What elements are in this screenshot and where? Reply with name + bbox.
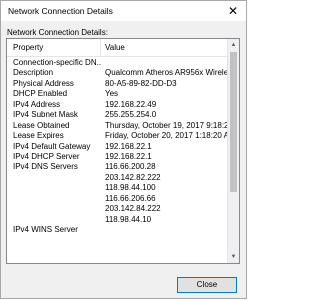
details-list[interactable]: Property Value Connection-specific DN...… — [6, 38, 240, 264]
list-item[interactable]: IPv4 Address 192.168.22.49 — [7, 99, 227, 109]
property-cell: IPv4 Default Gateway — [13, 141, 91, 151]
scroll-down-arrow-icon[interactable]: ▼ — [228, 251, 239, 263]
column-header-value[interactable]: Value — [105, 43, 125, 52]
property-cell: IPv4 DNS Servers — [13, 162, 78, 172]
property-cell: IPv4 DHCP Server — [13, 151, 80, 161]
property-cell: DHCP Enabled — [13, 89, 68, 99]
list-item[interactable]: 203.142.82.222 — [7, 172, 227, 182]
value-cell: 192.168.22.1 — [105, 151, 152, 161]
network-connection-details-dialog: Network Connection Details ✕ Network Con… — [0, 0, 247, 299]
list-header: Property Value — [7, 39, 227, 57]
list-item[interactable]: IPv4 DNS Servers 116.66.200.28 — [7, 161, 227, 171]
list-item[interactable]: 116.66.206.66 — [7, 193, 227, 203]
list-item[interactable]: Physical Address 80-A5-89-82-DD-D3 — [7, 78, 227, 88]
property-cell: IPv4 WINS Server — [13, 225, 78, 234]
close-button[interactable]: Close — [177, 277, 237, 293]
list-item[interactable]: Description Qualcomm Atheros AR956x Wirel… — [7, 67, 227, 77]
list-item[interactable]: Lease Expires Friday, October 20, 2017 1:… — [7, 130, 227, 140]
value-cell: 118.98.44.10 — [105, 214, 152, 224]
window-title: Network Connection Details — [8, 6, 113, 16]
scroll-thumb[interactable] — [230, 52, 237, 192]
value-cell: 255.255.254.0 — [105, 110, 157, 120]
value-cell: Yes — [105, 89, 119, 99]
value-cell: Qualcomm Atheros AR956x Wireless N — [105, 68, 227, 78]
value-cell: 116.66.206.66 — [105, 193, 156, 203]
value-cell: 118.98.44.100 — [105, 183, 156, 193]
title-bar: Network Connection Details ✕ — [1, 1, 246, 21]
value-cell: Thursday, October 19, 2017 9:18:20 AM — [105, 120, 227, 130]
scroll-up-arrow-icon[interactable]: ▲ — [228, 39, 239, 51]
list-rows: Connection-specific DN... Description Qual… — [7, 57, 227, 263]
property-cell: Physical Address — [13, 78, 74, 88]
list-item[interactable]: IPv4 Subnet Mask 255.255.254.0 — [7, 109, 227, 119]
list-item[interactable]: IPv4 Default Gateway 192.168.22.1 — [7, 141, 227, 151]
value-cell: 192.168.22.1 — [105, 141, 152, 151]
list-item[interactable]: Connection-specific DN... — [7, 57, 227, 67]
list-item[interactable]: 118.98.44.100 — [7, 182, 227, 192]
property-cell: IPv4 Address — [13, 99, 61, 109]
value-cell: 116.66.200.28 — [105, 162, 156, 172]
property-cell: Connection-specific DN... — [13, 58, 101, 67]
list-item[interactable]: IPv4 WINS Server — [7, 224, 227, 234]
value-cell: 203.142.84.222 — [105, 204, 161, 214]
value-cell: 80-A5-89-82-DD-D3 — [105, 78, 177, 88]
property-cell: IPv4 Subnet Mask — [13, 110, 78, 120]
section-label: Network Connection Details: — [7, 28, 108, 37]
value-cell: 192.168.22.49 — [105, 99, 157, 109]
property-cell: Description — [13, 68, 54, 78]
column-header-property[interactable]: Property — [13, 43, 43, 52]
value-cell: 203.142.82.222 — [105, 172, 161, 182]
column-divider[interactable] — [100, 39, 101, 56]
close-icon[interactable]: ✕ — [226, 4, 240, 18]
property-cell: Lease Obtained — [13, 120, 70, 130]
list-item[interactable]: 118.98.44.10 — [7, 214, 227, 224]
list-item[interactable]: IPv4 DHCP Server 192.168.22.1 — [7, 151, 227, 161]
value-cell: Friday, October 20, 2017 1:18:20 AM — [105, 131, 227, 141]
list-item[interactable]: Lease Obtained Thursday, October 19, 2017… — [7, 120, 227, 130]
list-item[interactable]: DHCP Enabled Yes — [7, 88, 227, 98]
vertical-scrollbar[interactable]: ▲ ▼ — [227, 39, 239, 263]
list-item[interactable]: 203.142.84.222 — [7, 203, 227, 213]
property-cell: Lease Expires — [13, 131, 64, 141]
